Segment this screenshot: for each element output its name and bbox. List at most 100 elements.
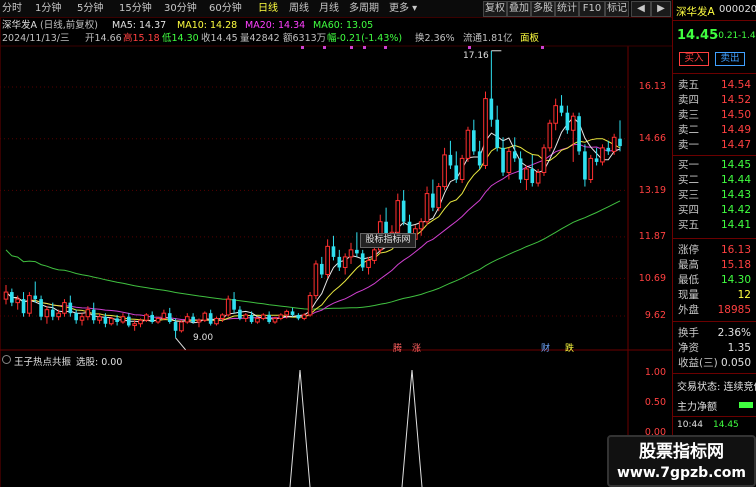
candle-body-85 bbox=[501, 147, 505, 173]
bar-low: 低14.30 bbox=[162, 33, 199, 44]
quote-stock-code: 000020 bbox=[719, 4, 756, 15]
candle-body-76 bbox=[448, 154, 453, 166]
top-marker-2 bbox=[350, 46, 353, 49]
indicator-value: 选股: 0.00 bbox=[76, 357, 123, 368]
event-tag-c[interactable]: 财 bbox=[541, 341, 550, 354]
bar-open: 开14.66 bbox=[85, 33, 122, 44]
candle-body-60 bbox=[355, 249, 359, 254]
candle-body-23 bbox=[138, 319, 143, 325]
candle-body-46 bbox=[272, 317, 278, 323]
top-marker-0 bbox=[301, 46, 304, 49]
event-tag-a[interactable]: 腾 bbox=[393, 341, 402, 354]
ask-row-3[interactable]: 卖三 14.50 bbox=[673, 108, 756, 123]
candle-body-54 bbox=[319, 263, 324, 275]
mark-button[interactable]: 标记 bbox=[605, 1, 629, 17]
candle-body-56 bbox=[331, 246, 336, 257]
event-tag-b[interactable]: 涨 bbox=[412, 341, 421, 354]
candle-body-82 bbox=[483, 98, 488, 166]
bid-row-5[interactable]: 买五 14.41 bbox=[673, 218, 756, 233]
candle-body-89 bbox=[524, 168, 529, 181]
ask-row-5[interactable]: 卖五 14.54 bbox=[673, 78, 756, 93]
stat-limit-up: 涨停 16.13 bbox=[678, 244, 751, 256]
candle-body-44 bbox=[260, 314, 266, 319]
chart-mode: (日线,前复权) bbox=[40, 20, 98, 31]
panel-link[interactable]: 面板 bbox=[520, 33, 539, 45]
buy-button[interactable]: 买入 bbox=[679, 52, 709, 66]
next-icon[interactable]: ▶ bbox=[651, 1, 671, 17]
stats-button[interactable]: 统计 bbox=[555, 1, 579, 17]
kline-svg[interactable] bbox=[0, 0, 672, 487]
indicator-settings-icon[interactable] bbox=[2, 355, 11, 364]
candle-body-94 bbox=[553, 105, 558, 124]
f10-button[interactable]: F10 bbox=[579, 1, 605, 17]
tf-monthly[interactable]: 月线 bbox=[319, 2, 339, 16]
top-marker-4 bbox=[384, 46, 387, 49]
main-flow-bar bbox=[739, 402, 753, 408]
sell-button[interactable]: 卖出 bbox=[715, 52, 745, 66]
bid-row-1[interactable]: 买一 14.45 bbox=[673, 158, 756, 173]
candle-body-84 bbox=[495, 119, 500, 148]
tf-tick[interactable]: 分时 bbox=[2, 2, 22, 16]
candle-body-32 bbox=[191, 316, 195, 322]
quote-price: 14.45 bbox=[677, 28, 719, 43]
low-marker-label: 9.00 bbox=[193, 333, 214, 343]
bid-row-3[interactable]: 买三 14.43 bbox=[673, 188, 756, 203]
candle-body-63 bbox=[372, 249, 377, 261]
bar-date: 2024/11/13/三 bbox=[2, 33, 70, 44]
stat-outer-vol: 外盘 18985 bbox=[678, 304, 751, 316]
stat-low: 最低 14.30 bbox=[678, 274, 751, 286]
event-tag-d[interactable]: 跌 bbox=[565, 341, 574, 354]
signal-spike-1 bbox=[401, 369, 423, 487]
site-watermark: 股票指标网 www.7gpzb.com bbox=[607, 435, 756, 487]
candle-body-96 bbox=[565, 112, 570, 131]
candle-body-57 bbox=[337, 256, 342, 268]
candle-body-30 bbox=[179, 321, 184, 332]
candle-body-16 bbox=[97, 316, 102, 321]
tf-30min[interactable]: 30分钟 bbox=[164, 2, 197, 16]
candle-body-25 bbox=[150, 314, 155, 322]
tf-multi[interactable]: 多周期 bbox=[349, 2, 379, 16]
candle-body-3 bbox=[21, 299, 26, 314]
candle-body-58 bbox=[342, 256, 348, 268]
kline-chart-area[interactable]: 深华发A (日线,前复权) MA5: 14.37 MA10: 14.28 MA2… bbox=[0, 0, 672, 487]
candle-body-8 bbox=[50, 309, 55, 317]
candle-body-24 bbox=[144, 314, 149, 321]
tf-daily[interactable]: 日线 bbox=[258, 2, 278, 16]
candle-body-95 bbox=[559, 105, 564, 113]
candle-body-17 bbox=[103, 316, 108, 324]
tf-1min[interactable]: 1分钟 bbox=[35, 2, 61, 16]
candle-body-22 bbox=[132, 323, 137, 326]
y-tick-2: 14.66 bbox=[638, 133, 666, 144]
candle-body-14 bbox=[85, 309, 91, 318]
candle-body-4 bbox=[27, 295, 32, 314]
ma20-label: MA20: 14.34 bbox=[245, 20, 306, 31]
tf-weekly[interactable]: 周线 bbox=[289, 2, 309, 16]
overlay-button[interactable]: 叠加 bbox=[507, 1, 531, 17]
indicator-title[interactable]: 王子热点共振 bbox=[14, 354, 71, 368]
candle-body-87 bbox=[512, 151, 517, 159]
ask-row-4[interactable]: 卖四 14.52 bbox=[673, 93, 756, 108]
bar-float: 流通1.81亿 bbox=[463, 33, 513, 44]
tf-15min[interactable]: 15分钟 bbox=[119, 2, 152, 16]
tf-5min[interactable]: 5分钟 bbox=[77, 2, 103, 16]
ask-row-2[interactable]: 卖二 14.49 bbox=[673, 123, 756, 138]
tf-more[interactable]: 更多 ▾ bbox=[389, 2, 417, 16]
bid-row-4[interactable]: 买四 14.42 bbox=[673, 203, 756, 218]
adjust-button[interactable]: 复权 bbox=[483, 1, 507, 17]
candle-body-15 bbox=[91, 309, 96, 321]
tf-60min[interactable]: 60分钟 bbox=[209, 2, 242, 16]
candle-body-105 bbox=[618, 138, 622, 147]
chart-stock-name: 深华发A bbox=[2, 20, 37, 31]
bid-row-2[interactable]: 买二 14.44 bbox=[673, 173, 756, 188]
prev-icon[interactable]: ◀ bbox=[631, 1, 651, 17]
candle-body-41 bbox=[243, 314, 249, 319]
indicator-tick-2: 0.50 bbox=[644, 397, 666, 408]
candle-body-74 bbox=[436, 186, 442, 209]
candle-body-45 bbox=[267, 314, 271, 322]
candle-body-38 bbox=[225, 298, 231, 316]
y-tick-5: 10.69 bbox=[638, 273, 666, 284]
multi-stock-button[interactable]: 多股 bbox=[531, 1, 555, 17]
ask-row-1[interactable]: 卖一 14.47 bbox=[673, 138, 756, 153]
candle-body-68 bbox=[401, 200, 406, 222]
watermark-title: 股票指标网 bbox=[639, 442, 724, 462]
